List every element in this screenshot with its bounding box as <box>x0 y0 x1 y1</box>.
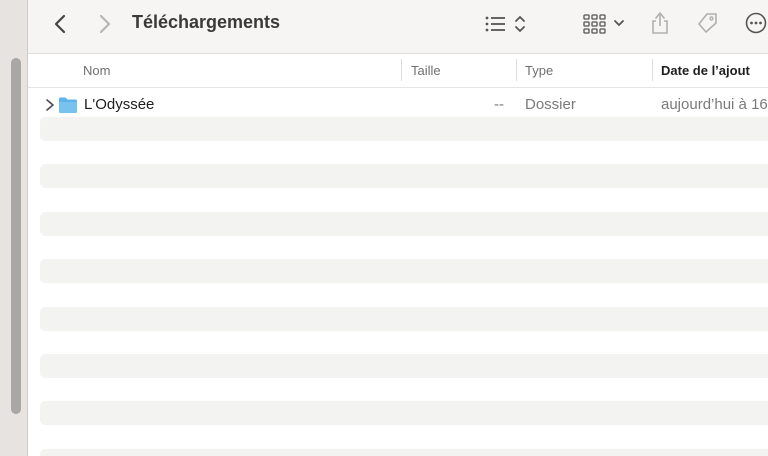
file-list: L'Odyssée -- Dossier aujourd’hui à 16 <box>28 88 768 456</box>
sidebar <box>0 0 27 456</box>
folder-icon <box>59 97 77 113</box>
empty-row <box>40 212 768 236</box>
column-divider[interactable] <box>516 59 517 81</box>
column-header-bar: Nom Taille Type Date de l’ajout <box>28 54 768 88</box>
list-view-icon[interactable] <box>484 13 508 35</box>
column-divider[interactable] <box>401 59 402 81</box>
more-ellipsis-icon[interactable] <box>745 12 767 34</box>
column-header-date-added[interactable]: Date de l’ajout <box>661 63 750 78</box>
column-header-name[interactable]: Nom <box>83 63 110 78</box>
window-title: Téléchargements <box>132 12 281 32</box>
column-header-type[interactable]: Type <box>525 63 553 78</box>
empty-row <box>40 354 768 378</box>
finder-screen: Téléchargements Nom Taille Type Date de … <box>0 0 768 456</box>
column-divider[interactable] <box>652 59 653 81</box>
file-size: -- <box>494 96 504 113</box>
table-row[interactable]: L'Odyssée -- Dossier aujourd’hui à 16 <box>28 88 768 122</box>
empty-row <box>40 259 768 283</box>
back-button[interactable] <box>50 13 72 35</box>
forward-button[interactable] <box>93 13 115 35</box>
disclosure-chevron-icon[interactable] <box>45 98 55 112</box>
empty-row <box>40 449 768 456</box>
empty-row <box>40 401 768 425</box>
sidebar-scrollbar[interactable] <box>11 58 21 414</box>
empty-row <box>40 307 768 331</box>
empty-row <box>40 164 768 188</box>
toolbar: Téléchargements <box>28 0 768 54</box>
up-down-chevron-icon[interactable] <box>514 13 526 35</box>
chevron-down-icon[interactable] <box>613 17 625 29</box>
icon-grid-icon[interactable] <box>583 13 607 35</box>
share-icon[interactable] <box>649 10 671 36</box>
file-type: Dossier <box>525 96 576 113</box>
file-date-added: aujourd’hui à 16 <box>661 96 768 113</box>
file-name: L'Odyssée <box>84 96 155 113</box>
column-header-size[interactable]: Taille <box>411 63 441 78</box>
finder-window: Téléchargements Nom Taille Type Date de … <box>27 0 768 456</box>
tag-icon[interactable] <box>695 11 719 35</box>
